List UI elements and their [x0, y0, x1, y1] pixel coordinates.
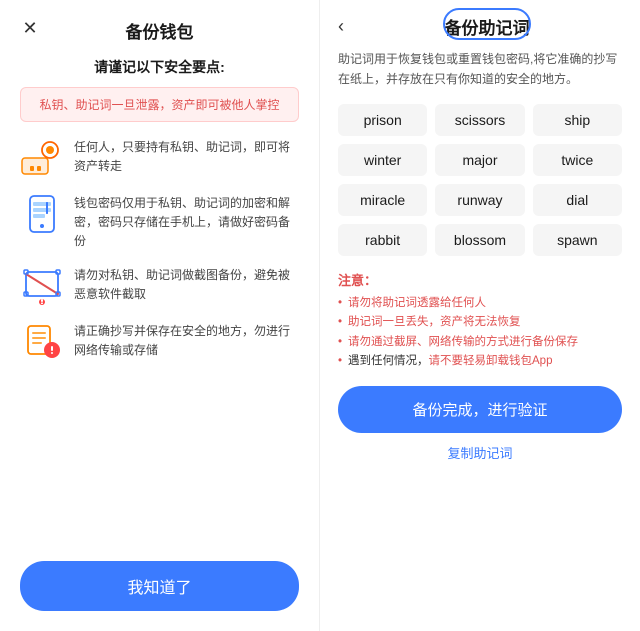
back-button[interactable]: ‹ — [338, 16, 344, 37]
mnemonic-word-12: spawn — [533, 224, 622, 256]
notice-item-1: 请勿将助记词透露给任何人 — [338, 294, 622, 314]
mnemonic-word-5: major — [435, 144, 524, 176]
mnemonic-word-4: winter — [338, 144, 427, 176]
confirm-backup-button[interactable]: 备份完成，进行验证 — [338, 386, 622, 433]
notice-title: 注意： — [338, 270, 622, 289]
mnemonic-word-9: dial — [533, 184, 622, 216]
tip-text-screenshot: 请勿对私钥、助记词做截图备份，避免被恶意软件截取 — [74, 264, 299, 304]
tip-item-key: 任何人，只要持有私钥、助记词，即可将资产转走 — [20, 136, 299, 180]
mnemonic-grid: prison scissors ship winter major twice … — [338, 104, 622, 256]
right-header: ‹ 备份助记词 — [338, 14, 622, 39]
tip-list: 任何人，只要持有私钥、助记词，即可将资产转走 钱包密码仅用于私钥、助记词的加密和… — [20, 136, 299, 547]
right-panel: ‹ 备份助记词 助记词用于恢复钱包或重置钱包密码,将它准确的抄写在纸上，并存放在… — [320, 0, 640, 631]
phone-icon — [20, 192, 64, 236]
tip-text-phone: 钱包密码仅用于私钥、助记词的加密和解密，密码只存储在手机上，请做好密码备份 — [74, 192, 299, 252]
warning-banner: 私钥、助记词一旦泄露，资产即可被他人掌控 — [20, 87, 299, 122]
left-title: 备份钱包 — [126, 18, 194, 43]
right-title: 备份助记词 — [445, 14, 530, 39]
mnemonic-word-8: runway — [435, 184, 524, 216]
notice-item-4-red: 请不要轻易卸载钱包App — [429, 355, 553, 367]
tip-item-note: 请正确抄写并保存在安全的地方，勿进行网络传输或存储 — [20, 320, 299, 364]
screenshot-icon — [20, 264, 64, 308]
right-description: 助记词用于恢复钱包或重置钱包密码,将它准确的抄写在纸上，并存放在只有你知道的安全… — [338, 49, 622, 90]
close-button[interactable]: ✕ — [16, 14, 44, 42]
notice-item-3: 请勿通过截屏、网络传输的方式进行备份保存 — [338, 333, 622, 353]
key-icon — [20, 136, 64, 180]
tip-text-note: 请正确抄写并保存在安全的地方，勿进行网络传输或存储 — [74, 320, 299, 360]
notice-item-2: 助记词一旦丢失，资产将无法恢复 — [338, 313, 622, 333]
mnemonic-word-1: prison — [338, 104, 427, 136]
mnemonic-word-6: twice — [533, 144, 622, 176]
left-subtitle: 请谨记以下安全要点: — [94, 57, 225, 77]
left-panel: ✕ 备份钱包 请谨记以下安全要点: 私钥、助记词一旦泄露，资产即可被他人掌控 任… — [0, 0, 320, 631]
note-icon — [20, 320, 64, 364]
mnemonic-word-3: ship — [533, 104, 622, 136]
copy-mnemonic-link[interactable]: 复制助记词 — [338, 443, 622, 462]
mnemonic-word-2: scissors — [435, 104, 524, 136]
right-title-wrapper: 备份助记词 — [352, 14, 622, 39]
i-know-button[interactable]: 我知道了 — [20, 561, 299, 611]
notice-item-4: 遇到任何情况，请不要轻易卸载钱包App — [338, 352, 622, 372]
tip-text-key: 任何人，只要持有私钥、助记词，即可将资产转走 — [74, 136, 299, 176]
tip-item-screenshot: 请勿对私钥、助记词做截图备份，避免被恶意软件截取 — [20, 264, 299, 308]
notice-item-4-normal: 遇到任何情况， — [348, 355, 429, 367]
mnemonic-word-10: rabbit — [338, 224, 427, 256]
mnemonic-word-7: miracle — [338, 184, 427, 216]
mnemonic-word-11: blossom — [435, 224, 524, 256]
tip-item-phone: 钱包密码仅用于私钥、助记词的加密和解密，密码只存储在手机上，请做好密码备份 — [20, 192, 299, 252]
notice-section: 注意： 请勿将助记词透露给任何人 助记词一旦丢失，资产将无法恢复 请勿通过截屏、… — [338, 270, 622, 372]
